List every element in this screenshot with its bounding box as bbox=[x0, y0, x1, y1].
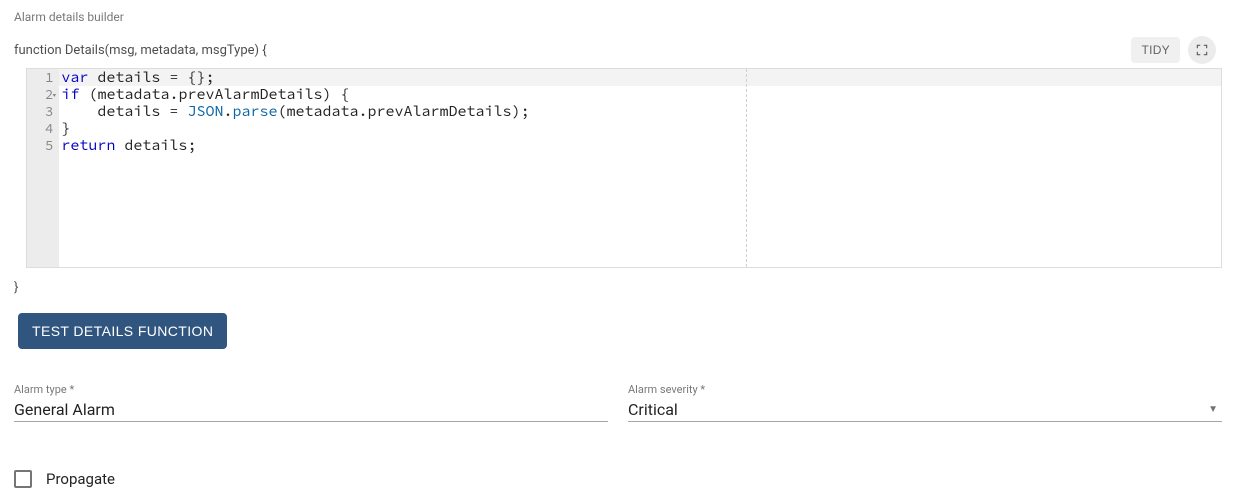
code-line[interactable]: details = JSON.parse(metadata.prevAlarmD… bbox=[61, 103, 1221, 120]
function-header-row: function Details(msg, metadata, msgType)… bbox=[14, 36, 1222, 64]
chevron-down-icon: ▼ bbox=[1208, 404, 1218, 415]
function-signature: function Details(msg, metadata, msgType)… bbox=[14, 43, 267, 58]
gutter-line-number: 1 bbox=[45, 69, 53, 86]
checkbox-box-icon bbox=[14, 470, 32, 488]
code-line[interactable]: return details; bbox=[61, 137, 1221, 154]
propagate-label: Propagate bbox=[46, 470, 115, 488]
code-line[interactable]: if (metadata.prevAlarmDetails) { bbox=[61, 86, 1221, 103]
code-line[interactable]: var details = {}; bbox=[61, 69, 1221, 86]
editor-split-divider[interactable] bbox=[746, 69, 747, 267]
section-label: Alarm details builder bbox=[14, 10, 1222, 24]
editor-gutter: 12▾345 bbox=[27, 69, 59, 267]
tidy-button[interactable]: TIDY bbox=[1131, 37, 1180, 63]
alarm-severity-label: Alarm severity * bbox=[628, 383, 1222, 396]
function-closing-brace: } bbox=[14, 280, 1222, 295]
editor-code-area[interactable]: var details = {};if (metadata.prevAlarmD… bbox=[59, 69, 1221, 154]
fullscreen-icon bbox=[1195, 43, 1209, 57]
alarm-severity-field[interactable]: Alarm severity * Critical ▼ bbox=[628, 383, 1222, 422]
alarm-type-field[interactable]: Alarm type * bbox=[14, 383, 608, 422]
gutter-line-number: 4 bbox=[45, 120, 53, 137]
gutter-line-number: 2▾ bbox=[45, 86, 53, 103]
code-line[interactable]: } bbox=[61, 120, 1221, 137]
alarm-type-label: Alarm type * bbox=[14, 383, 608, 396]
fullscreen-button[interactable] bbox=[1188, 36, 1216, 64]
gutter-line-number: 5 bbox=[45, 137, 53, 154]
alarm-severity-value: Critical bbox=[628, 400, 678, 419]
test-details-function-button[interactable]: TEST DETAILS FUNCTION bbox=[18, 313, 227, 349]
fold-caret-icon[interactable]: ▾ bbox=[51, 86, 57, 103]
code-editor[interactable]: 12▾345 var details = {};if (metadata.pre… bbox=[26, 68, 1222, 268]
editor-header-actions: TIDY bbox=[1131, 36, 1216, 64]
propagate-checkbox[interactable]: Propagate bbox=[14, 470, 1222, 488]
gutter-line-number: 3 bbox=[45, 103, 53, 120]
alarm-type-input[interactable] bbox=[14, 400, 608, 419]
